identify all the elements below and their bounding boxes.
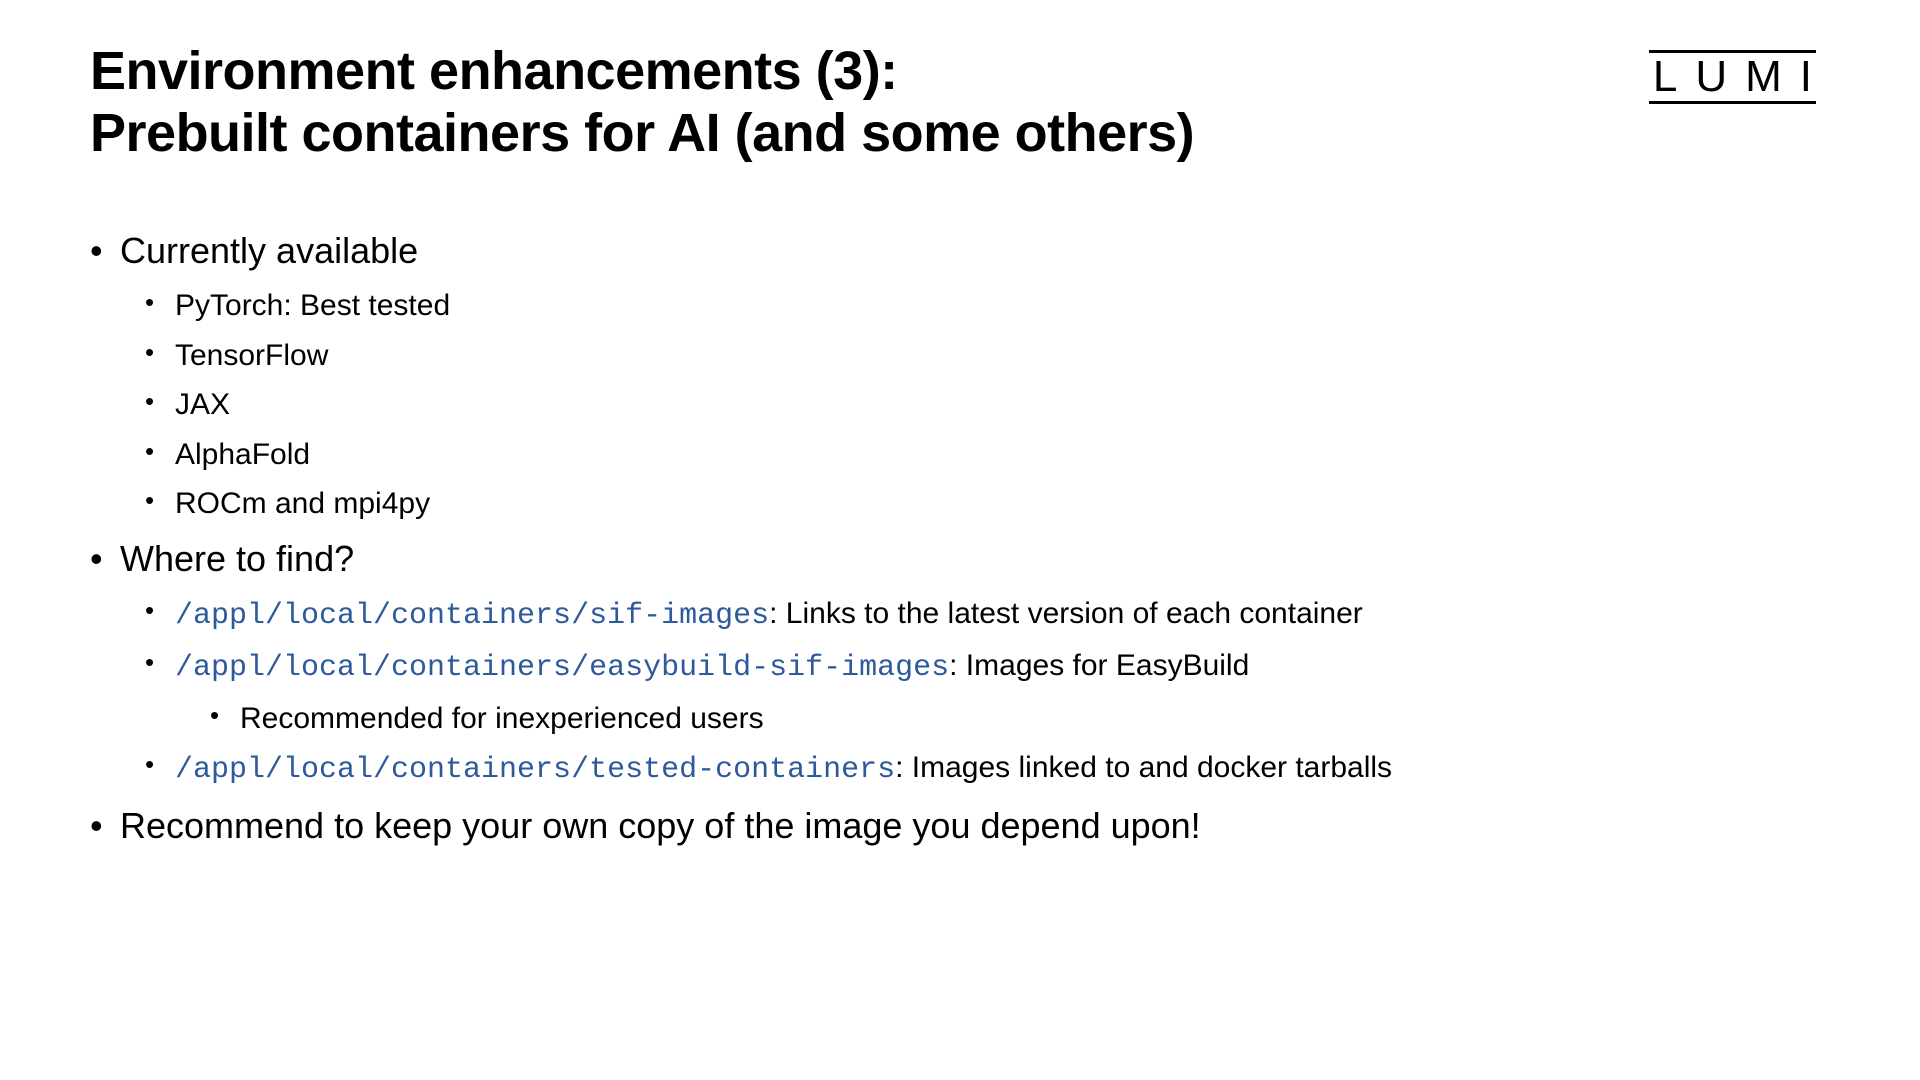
bullet-rocm: ROCm and mpi4py <box>145 482 1830 526</box>
bullet-jax: JAX <box>145 383 1830 427</box>
code-path-sif: /appl/local/containers/sif-images <box>175 599 769 633</box>
code-path-easybuild: /appl/local/containers/easybuild-sif-ima… <box>175 651 949 685</box>
bullet-where-to-find: Where to find? <box>90 532 1830 586</box>
slide-content: Currently available PyTorch: Best tested… <box>90 224 1830 853</box>
bullet-tested-containers: /appl/local/containers/tested-containers… <box>145 746 1830 793</box>
bullet-currently-available: Currently available <box>90 224 1830 278</box>
bullet-pytorch: PyTorch: Best tested <box>145 284 1830 328</box>
lumi-logo: LUMI <box>1653 40 1830 102</box>
slide-header: Environment enhancements (3): Prebuilt c… <box>90 40 1830 164</box>
bullet-recommend-copy: Recommend to keep your own copy of the i… <box>90 799 1830 853</box>
text-sif-desc: : Links to the latest version of each co… <box>769 597 1363 630</box>
slide-title-line1: Environment enhancements (3): <box>90 40 1653 102</box>
bullet-sif-images: /appl/local/containers/sif-images: Links… <box>145 592 1830 639</box>
bullet-tensorflow: TensorFlow <box>145 334 1830 378</box>
title-block: Environment enhancements (3): Prebuilt c… <box>90 40 1653 164</box>
slide: Environment enhancements (3): Prebuilt c… <box>0 0 1920 1080</box>
bullet-alphafold: AlphaFold <box>145 433 1830 477</box>
bullet-recommended: Recommended for inexperienced users <box>210 697 1830 741</box>
code-path-tested: /appl/local/containers/tested-containers <box>175 753 895 787</box>
bullet-easybuild: /appl/local/containers/easybuild-sif-ima… <box>145 644 1830 691</box>
slide-title-line2: Prebuilt containers for AI (and some oth… <box>90 102 1653 164</box>
text-easybuild-desc: : Images for EasyBuild <box>949 649 1249 682</box>
text-tested-desc: : Images linked to and docker tarballs <box>895 751 1392 784</box>
